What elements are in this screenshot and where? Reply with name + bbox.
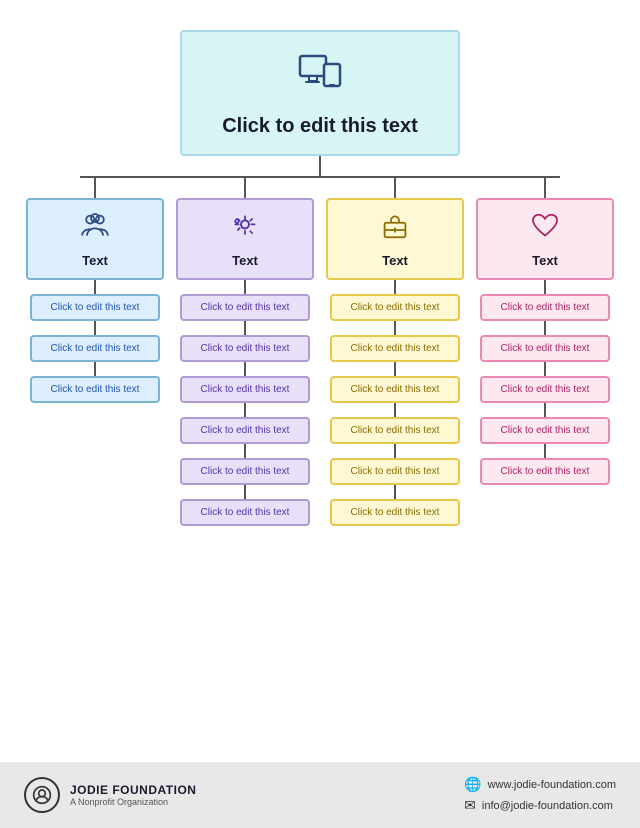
column-pink: Text Click to edit this text Click to edit… — [476, 178, 614, 485]
yellow-connector-4 — [394, 444, 396, 458]
email-row: ✉ info@jodie-foundation.com — [464, 797, 616, 814]
yellow-child-3[interactable]: Click to edit this text — [330, 417, 460, 444]
blue-connector-0 — [94, 280, 96, 294]
purple-child-2[interactable]: Click to edit this text — [180, 376, 310, 403]
purple-connector-0 — [244, 280, 246, 294]
briefcase-icon — [379, 210, 411, 249]
cat-node-pink[interactable]: Text — [476, 198, 614, 280]
root-vertical-line — [319, 156, 321, 176]
purple-child-4[interactable]: Click to edit this text — [180, 458, 310, 485]
pink-child-4[interactable]: Click to edit this text — [480, 458, 610, 485]
yellow-connector-1 — [394, 321, 396, 335]
email: info@jodie-foundation.com — [482, 800, 613, 812]
blue-child-1[interactable]: Click to edit this text — [30, 335, 160, 362]
org-sub: A Nonprofit Organization — [70, 797, 196, 807]
blue-child-0[interactable]: Click to edit this text — [30, 294, 160, 321]
footer-org-info: JODIE FOUNDATION A Nonprofit Organizatio… — [70, 783, 196, 807]
cat-label-pink: Text — [532, 253, 558, 268]
pink-child-2[interactable]: Click to edit this text — [480, 376, 610, 403]
pink-connector-1 — [544, 321, 546, 335]
yellow-child-0[interactable]: Click to edit this text — [330, 294, 460, 321]
columns-container: Text Click to edit this text Click to edit… — [26, 178, 614, 526]
pink-top-line — [544, 178, 546, 198]
purple-top-line — [244, 178, 246, 198]
yellow-child-1[interactable]: Click to edit this text — [330, 335, 460, 362]
pink-child-3[interactable]: Click to edit this text — [480, 417, 610, 444]
pink-connector-4 — [544, 444, 546, 458]
cat-node-yellow[interactable]: Text — [326, 198, 464, 280]
cat-node-blue[interactable]: Text — [26, 198, 164, 280]
yellow-connector-5 — [394, 485, 396, 499]
purple-connector-3 — [244, 403, 246, 417]
heart-icon — [529, 210, 561, 249]
yellow-child-2[interactable]: Click to edit this text — [330, 376, 460, 403]
purple-connector-4 — [244, 444, 246, 458]
column-purple: Text Click to edit this text Click to edit… — [176, 178, 314, 526]
cat-label-purple: Text — [232, 253, 258, 268]
website: www.jodie-foundation.com — [488, 779, 616, 791]
footer-left: JODIE FOUNDATION A Nonprofit Organizatio… — [24, 777, 196, 813]
purple-child-1[interactable]: Click to edit this text — [180, 335, 310, 362]
computer-icon — [296, 50, 344, 107]
main-content: Click to edit this text Text Click to edi… — [0, 0, 640, 762]
column-blue: Text Click to edit this text Click to edit… — [26, 178, 164, 403]
root-connectors — [20, 156, 620, 178]
yellow-connector-3 — [394, 403, 396, 417]
yellow-top-line — [394, 178, 396, 198]
yellow-child-5[interactable]: Click to edit this text — [330, 499, 460, 526]
settings-icon — [229, 210, 261, 249]
pink-connector-0 — [544, 280, 546, 294]
cat-label-blue: Text — [82, 253, 108, 268]
blue-child-2[interactable]: Click to edit this text — [30, 376, 160, 403]
pink-child-1[interactable]: Click to edit this text — [480, 335, 610, 362]
blue-top-line — [94, 178, 96, 198]
cat-node-purple[interactable]: Text — [176, 198, 314, 280]
www-icon: 🌐 — [464, 776, 481, 793]
people-icon — [79, 210, 111, 249]
footer: JODIE FOUNDATION A Nonprofit Organizatio… — [0, 762, 640, 828]
website-row: 🌐 www.jodie-foundation.com — [464, 776, 616, 793]
pink-connector-3 — [544, 403, 546, 417]
blue-connector-2 — [94, 362, 96, 376]
yellow-connector-0 — [394, 280, 396, 294]
column-yellow: Text Click to edit this text Click to edit… — [326, 178, 464, 526]
purple-child-3[interactable]: Click to edit this text — [180, 417, 310, 444]
pink-connector-2 — [544, 362, 546, 376]
pink-child-0[interactable]: Click to edit this text — [480, 294, 610, 321]
root-title: Click to edit this text — [222, 115, 418, 138]
purple-child-5[interactable]: Click to edit this text — [180, 499, 310, 526]
yellow-child-4[interactable]: Click to edit this text — [330, 458, 460, 485]
purple-child-0[interactable]: Click to edit this text — [180, 294, 310, 321]
root-node[interactable]: Click to edit this text — [180, 30, 460, 156]
yellow-connector-2 — [394, 362, 396, 376]
footer-logo — [24, 777, 60, 813]
blue-connector-1 — [94, 321, 96, 335]
footer-right: 🌐 www.jodie-foundation.com ✉ info@jodie-… — [464, 776, 616, 814]
org-name: JODIE FOUNDATION — [70, 783, 196, 797]
purple-connector-2 — [244, 362, 246, 376]
purple-connector-1 — [244, 321, 246, 335]
cat-label-yellow: Text — [382, 253, 408, 268]
email-icon: ✉ — [464, 797, 476, 814]
purple-connector-5 — [244, 485, 246, 499]
